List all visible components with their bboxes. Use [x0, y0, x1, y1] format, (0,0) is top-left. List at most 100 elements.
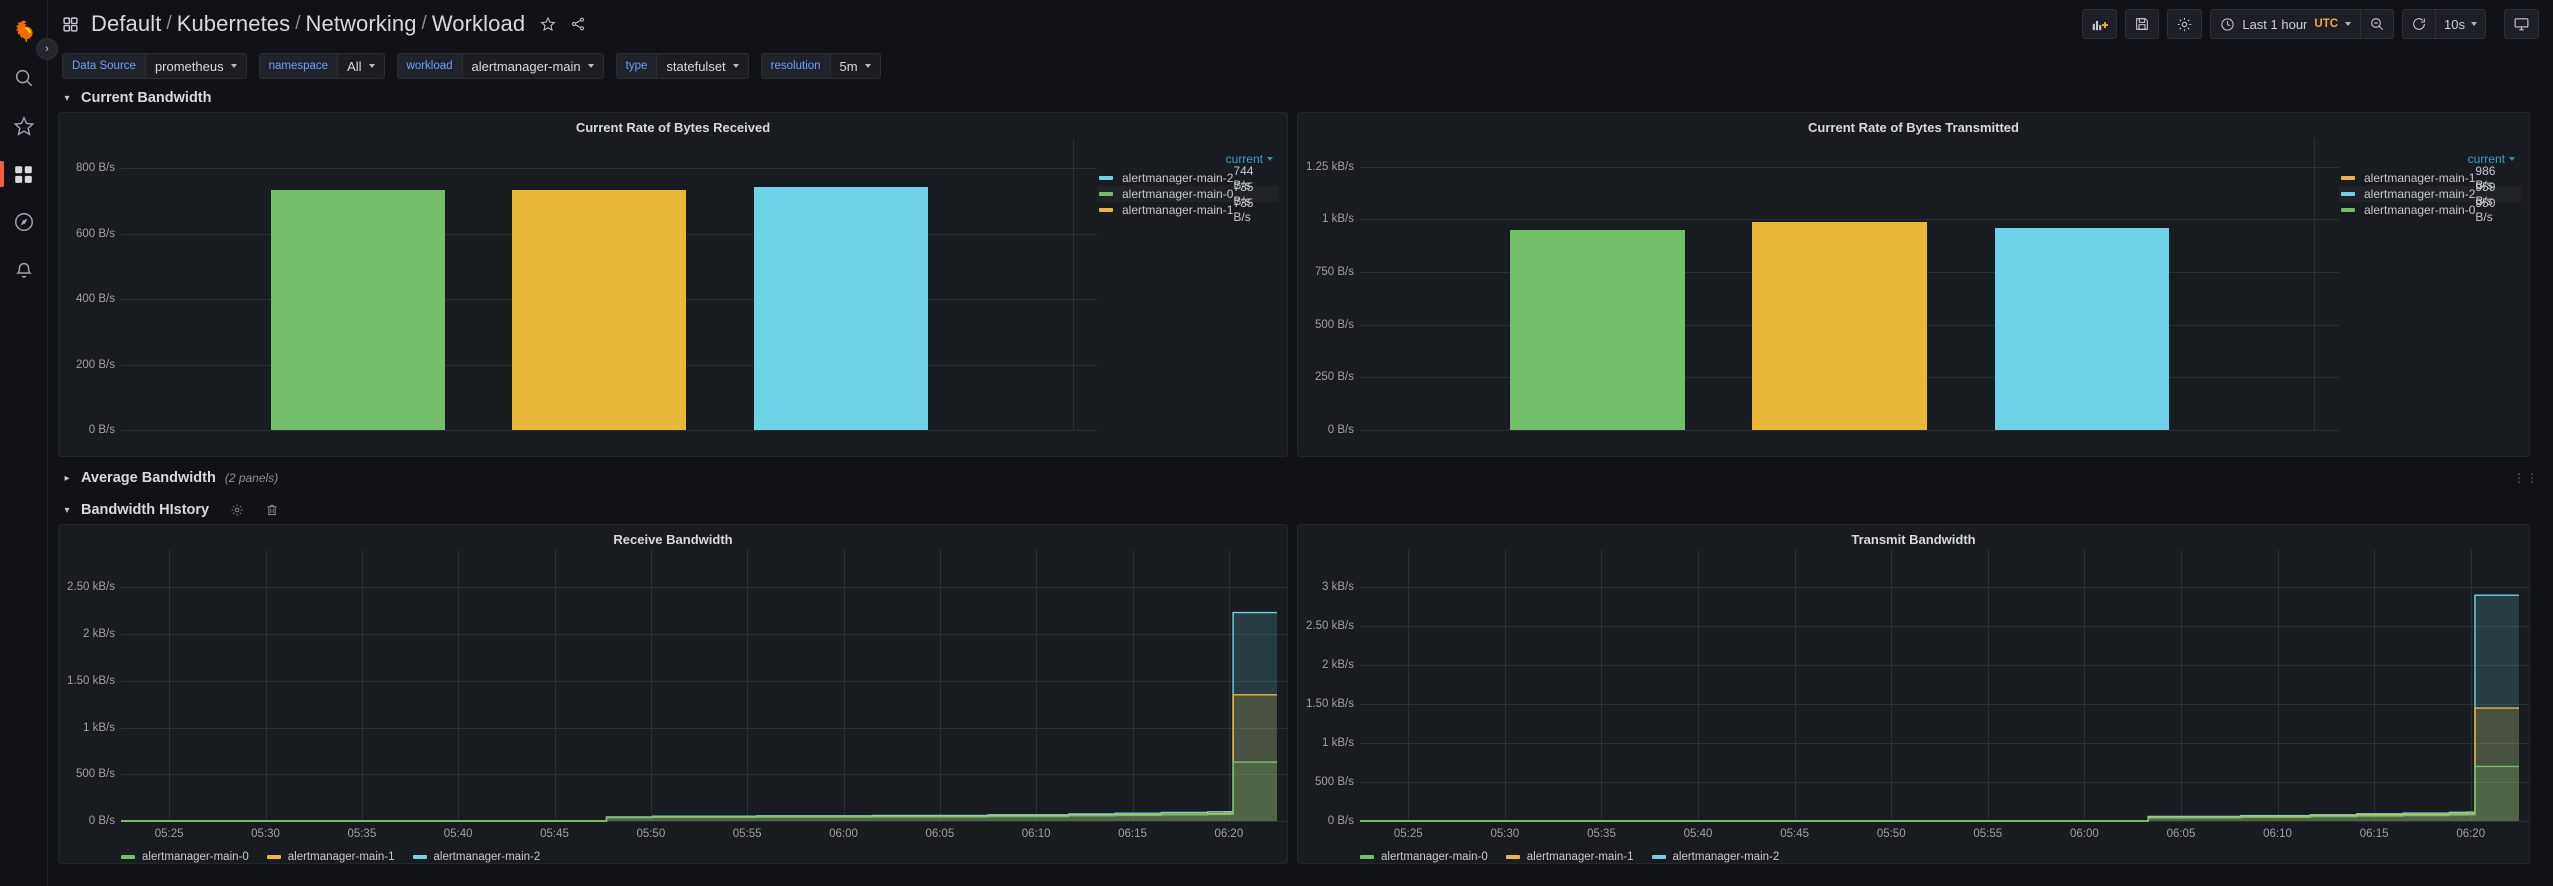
legend-item[interactable]: alertmanager-main-1	[1505, 851, 1634, 863]
variable-picker[interactable]: All	[337, 53, 385, 79]
sidebar-item-explore[interactable]	[0, 198, 48, 246]
row-header-current-bandwidth[interactable]: ▾ Current Bandwidth	[58, 84, 2543, 112]
bar-chart-received[interactable]: 0 B/s 200 B/s 400 B/s 600 B/s 800 B/s	[59, 138, 1097, 456]
add-panel-button[interactable]	[2082, 9, 2118, 39]
legend-color-swatch	[2341, 192, 2355, 196]
legend-color-swatch	[2341, 176, 2355, 180]
dashboard-grid-icon	[62, 16, 79, 33]
legend-series-name: alertmanager-main-0	[142, 851, 249, 863]
y-axis-tick-label: 500 B/s	[1315, 318, 1354, 331]
sidebar-item-starred[interactable]	[0, 102, 48, 150]
variable-label: resolution	[760, 53, 830, 79]
variable-value: All	[347, 58, 362, 74]
bar[interactable]	[1994, 228, 2170, 430]
legend-item[interactable]: alertmanager-main-0 950 B/s	[2339, 196, 2521, 224]
timeseries-receive-bandwidth[interactable]: 0 B/s 500 B/s 1 kB/s 1.50 kB/s 2 kB/s 2.50 kB…	[59, 550, 1287, 847]
legend-item[interactable]: alertmanager-main-2	[1651, 851, 1779, 863]
main-column: Default / Kubernetes / Networking / Work…	[48, 0, 2553, 886]
breadcrumb-item-2[interactable]: Networking	[306, 11, 417, 37]
panel-receive-bandwidth: Receive Bandwidth 0 B/s 500 B/s 1 kB/s 1.50…	[58, 524, 1288, 864]
time-range-picker[interactable]: Last 1 hour UTC	[2210, 9, 2361, 39]
bar[interactable]	[1510, 229, 1685, 430]
series-lines	[121, 611, 1277, 822]
series-area	[121, 694, 1277, 821]
refresh-button[interactable]	[2402, 9, 2436, 39]
row-settings-button[interactable]	[230, 503, 244, 517]
variable-picker[interactable]: 5m	[829, 53, 881, 79]
variable-picker[interactable]: statefulset	[656, 53, 749, 79]
legend-color-swatch	[1099, 176, 1113, 180]
y-axis-tick-label: 400 B/s	[76, 293, 115, 306]
breadcrumb-item-1[interactable]: Kubernetes	[177, 11, 291, 37]
nav-expand-button[interactable]: ›	[36, 38, 58, 60]
refresh-icon	[2413, 18, 2425, 30]
timeseries-transmit-bandwidth[interactable]: 0 B/s 500 B/s 1 kB/s 1.50 kB/s 2 kB/s 2.50 kB…	[1298, 550, 2529, 847]
legend-color-swatch	[1099, 192, 1113, 196]
chevron-down-icon: ▾	[64, 504, 70, 516]
star-dashboard-button[interactable]	[533, 9, 563, 39]
legend-item[interactable]: alertmanager-main-1	[266, 851, 395, 863]
gear-icon	[231, 504, 243, 516]
legend-item[interactable]: alertmanager-main-2	[412, 851, 541, 863]
bar[interactable]	[270, 189, 445, 430]
variable-label: Data Source	[62, 53, 145, 79]
y-axis-tick-label: 600 B/s	[76, 227, 115, 240]
dashboard-settings-button[interactable]	[2167, 9, 2203, 39]
bar[interactable]	[512, 189, 687, 430]
chevron-down-icon	[2471, 22, 2477, 26]
series-area	[121, 762, 1277, 821]
legend-color-swatch	[412, 855, 427, 859]
variable-resolution: resolution 5m	[760, 53, 881, 79]
dashboards-grid-icon	[15, 165, 32, 183]
bar[interactable]	[1752, 222, 1927, 430]
row-drag-handle[interactable]: ⋮⋮	[2513, 471, 2539, 485]
variable-picker[interactable]: prometheus	[144, 53, 247, 79]
sidebar-item-dashboards[interactable]	[0, 150, 48, 198]
legend-item[interactable]: alertmanager-main-0	[121, 851, 249, 863]
share-dashboard-button[interactable]	[563, 9, 593, 39]
chevron-down-icon	[864, 64, 871, 68]
panel-title: Current Rate of Bytes Received	[575, 120, 771, 135]
zoom-out-time-button[interactable]	[2360, 9, 2395, 39]
nav-expand-chevron-icon: ›	[45, 43, 49, 55]
legend-series-name: alertmanager-main-2	[433, 851, 541, 863]
variable-picker[interactable]: alertmanager-main	[461, 53, 604, 79]
legend-item[interactable]: alertmanager-main-1 735 B/s	[1097, 196, 1279, 224]
left-nav-rail: ›	[0, 0, 58, 886]
share-icon	[572, 17, 585, 31]
save-disk-icon	[2136, 18, 2149, 30]
series-area	[1360, 766, 2519, 821]
panel-current-rate-bytes-transmitted: Current Rate of Bytes Transmitted 0 B/s 2…	[1297, 112, 2530, 457]
chevron-down-icon	[732, 64, 739, 68]
refresh-interval-picker[interactable]: 10s	[2435, 9, 2486, 39]
legend-color-swatch	[1505, 855, 1520, 859]
breadcrumb-item-folder[interactable]: Default	[91, 11, 161, 37]
legend-color-swatch	[1360, 855, 1374, 859]
save-dashboard-button[interactable]	[2125, 9, 2160, 39]
series-line	[121, 694, 1277, 822]
panel-current-rate-bytes-received: Current Rate of Bytes Received 0 B/s 200 …	[58, 112, 1288, 457]
series-line	[121, 761, 1277, 822]
tv-mode-button[interactable]	[2504, 9, 2539, 39]
sidebar-item-alerting[interactable]	[0, 246, 48, 294]
row-header-average-bandwidth[interactable]: ▸ Average Bandwidth (2 panels) ⋮⋮	[58, 464, 2543, 492]
refresh-interval-label: 10s	[2444, 16, 2465, 32]
variable-type: type statefulset	[615, 53, 749, 79]
row-delete-button[interactable]	[265, 503, 279, 517]
trash-icon	[267, 504, 277, 516]
bar[interactable]	[753, 186, 928, 430]
refresh-controls: 10s	[2402, 9, 2486, 39]
y-axis-tick-label: 1 kB/s	[1322, 213, 1354, 226]
time-range-label: Last 1 hour	[2242, 16, 2308, 32]
clock-icon	[2221, 17, 2234, 31]
legend-item[interactable]: alertmanager-main-0	[1360, 851, 1488, 863]
row-panel-count: (2 panels)	[224, 471, 279, 485]
legend-series-name: alertmanager-main-2	[2364, 187, 2476, 201]
panel-row-current-bandwidth: Current Rate of Bytes Received 0 B/s 200 …	[58, 112, 2543, 457]
toolbar-actions: Last 1 hour UTC 10s	[2082, 9, 2539, 39]
bar-chart-transmitted[interactable]: 0 B/s 250 B/s 500 B/s 750 B/s 1 kB/s 1.25 kB/…	[1298, 138, 2339, 456]
breadcrumb-item-3[interactable]: Workload	[432, 11, 525, 37]
row-header-bandwidth-history[interactable]: ▾ Bandwidth HIstory	[58, 496, 2543, 524]
sidebar-item-search[interactable]	[0, 54, 48, 102]
series-area	[1360, 595, 2519, 821]
